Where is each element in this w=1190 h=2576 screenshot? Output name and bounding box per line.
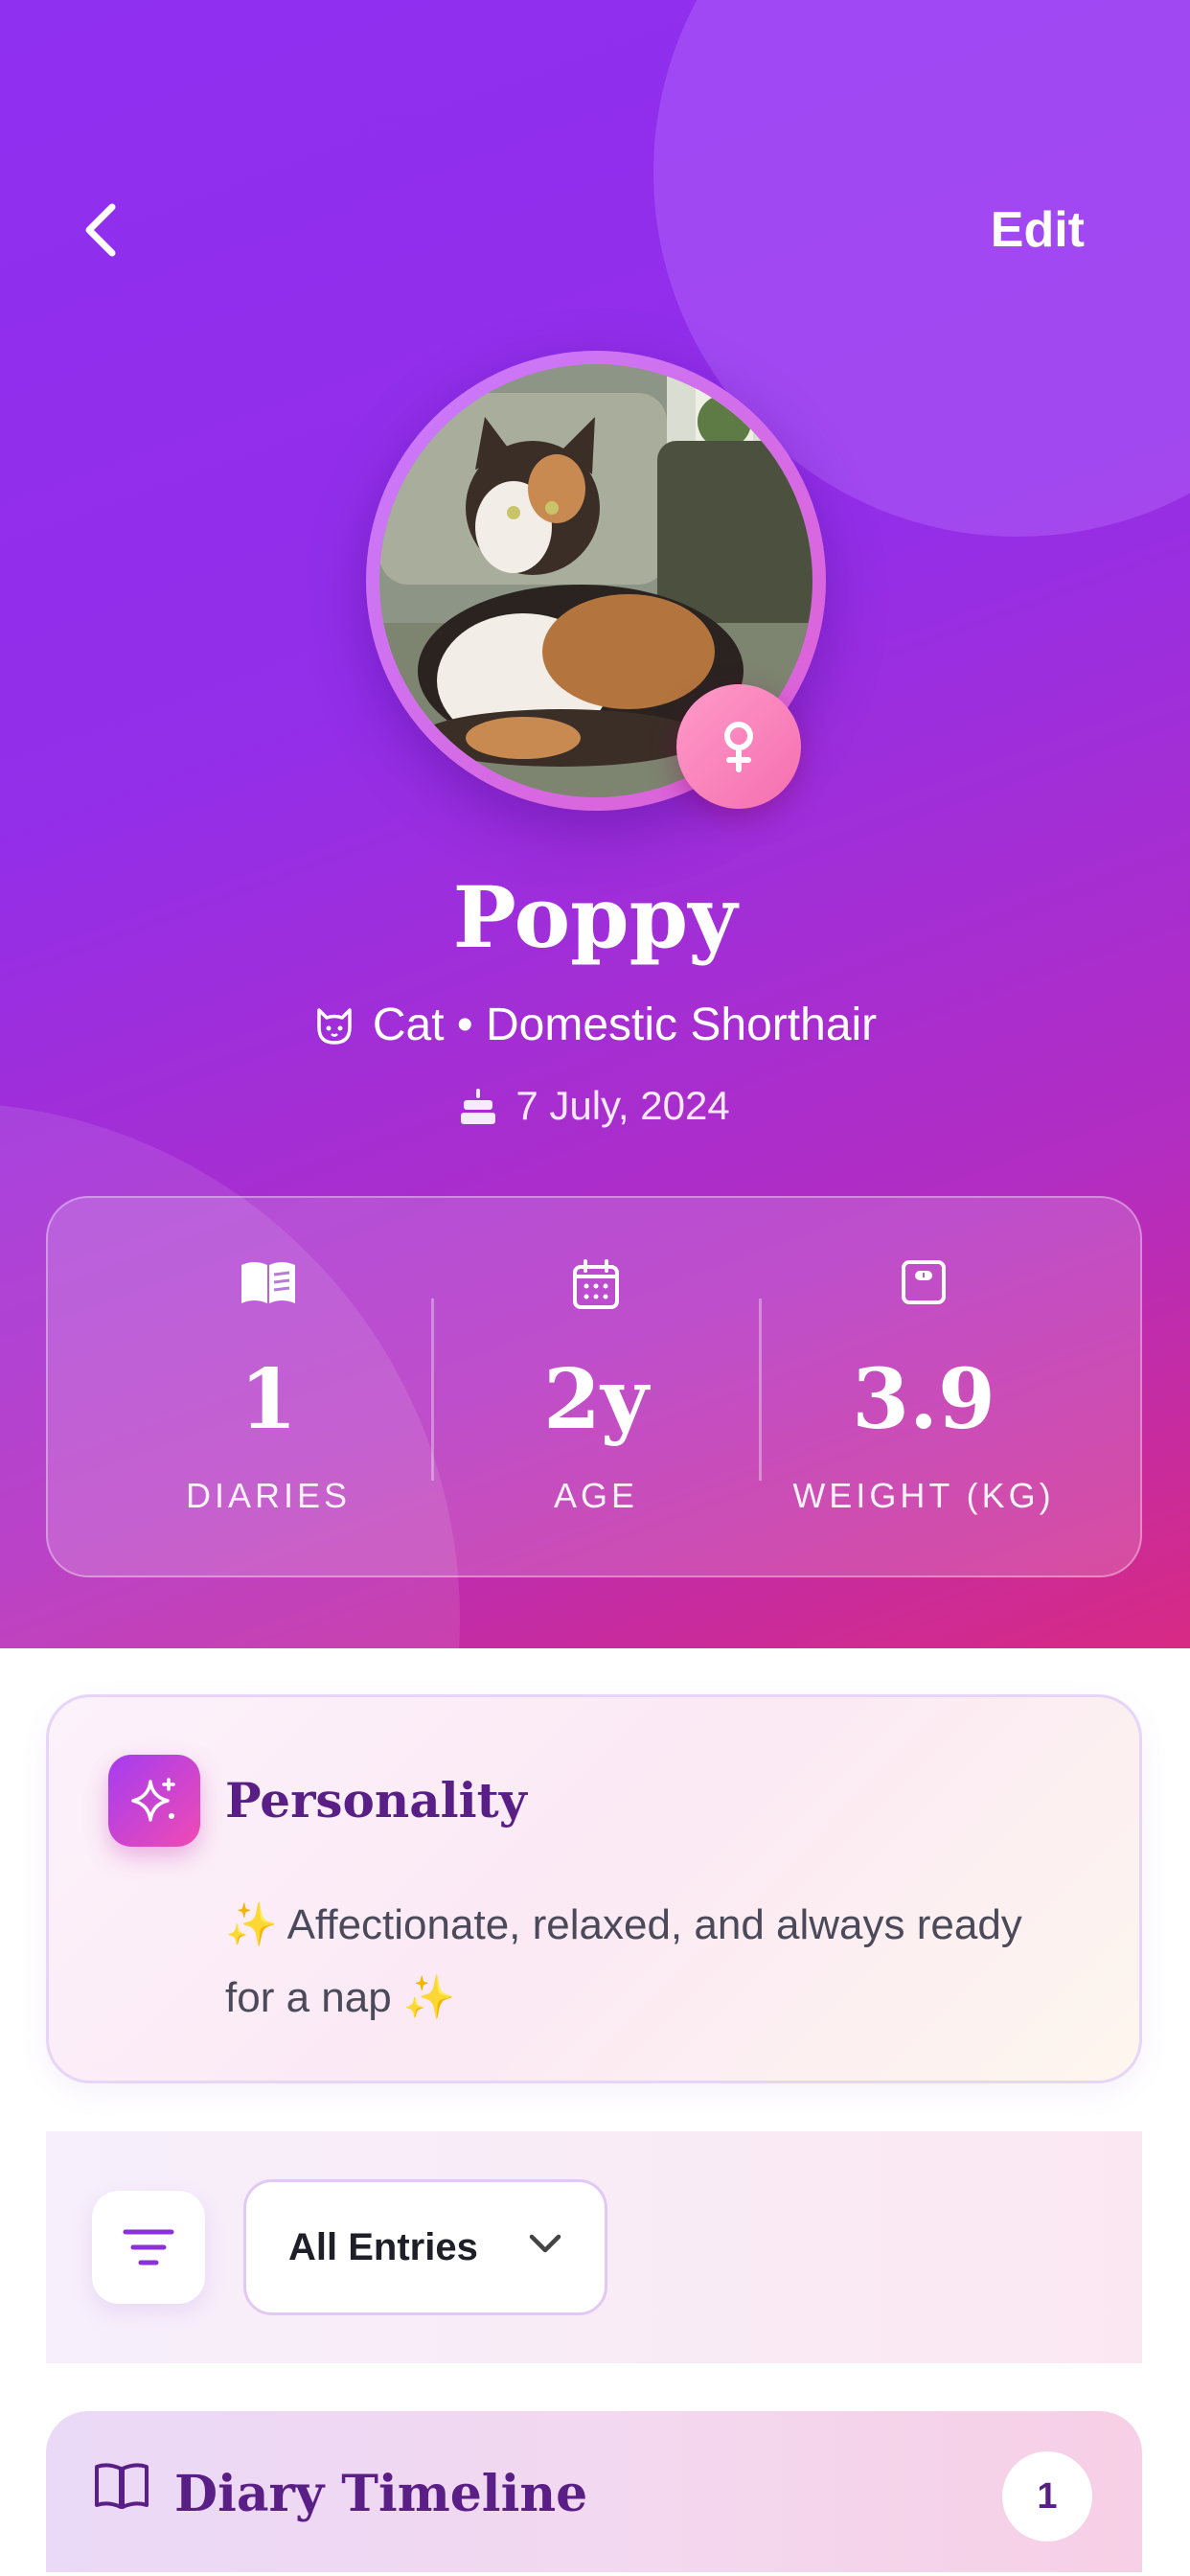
profile-hero: Edit Poppy Cat • Domestic Shorthair 7 Ju… [0, 0, 1190, 1648]
personality-text: ✨ Affectionate, relaxed, and always read… [225, 1901, 1022, 2021]
birthday-text: 7 July, 2024 [515, 1083, 730, 1128]
filter-icon [123, 2229, 174, 2266]
species-line: Cat • Domestic Shorthair [0, 999, 1190, 1051]
back-button[interactable] [67, 192, 134, 268]
timeline-title: Diary Timeline [174, 2465, 588, 2523]
stats-card: 1 DIARIES 2y AGE 3.9 WEIGHT (KG) [46, 1196, 1142, 1577]
personality-icon-tile [108, 1755, 200, 1847]
cat-face-icon [317, 1007, 352, 1045]
species-text: Cat • Domestic Shorthair [372, 1000, 878, 1050]
birthday-line: 7 July, 2024 [0, 1083, 1190, 1129]
chevron-left-icon [85, 203, 116, 257]
personality-title: Personality [225, 1772, 527, 1828]
stat-weight: 3.9 WEIGHT (KG) [761, 1198, 1087, 1579]
stat-age: 2y AGE [433, 1198, 759, 1579]
female-icon [724, 722, 753, 772]
edit-button[interactable]: Edit [991, 201, 1085, 259]
stat-label: DIARIES [185, 1476, 352, 1515]
stat-value: 1 [240, 1351, 297, 1448]
filter-button[interactable] [92, 2191, 205, 2304]
sparkles-icon [131, 1778, 175, 1822]
personality-card: Personality ✨ Affectionate, relaxed, and… [46, 1694, 1142, 2083]
entries-select[interactable]: All Entries [243, 2179, 607, 2315]
timeline-count-badge: 1 [1002, 2451, 1092, 2542]
pet-name: Poppy [452, 867, 738, 967]
chevron-down-icon [529, 2234, 561, 2253]
diary-timeline-header: Diary Timeline 1 [46, 2411, 1142, 2572]
filter-bar: All Entries [46, 2131, 1142, 2363]
stat-label: AGE [553, 1476, 639, 1515]
book-icon [241, 1262, 295, 1303]
calendar-icon [573, 1259, 619, 1309]
select-value: All Entries [288, 2225, 478, 2268]
stat-diaries: 1 DIARIES [105, 1198, 431, 1579]
cake-icon [461, 1089, 496, 1124]
open-book-icon [95, 2463, 149, 2509]
scale-icon [902, 1260, 946, 1304]
stat-value: 3.9 [852, 1351, 995, 1448]
stat-label: WEIGHT (KG) [792, 1476, 1055, 1515]
stat-value: 2y [543, 1351, 649, 1448]
gender-badge [676, 684, 801, 809]
